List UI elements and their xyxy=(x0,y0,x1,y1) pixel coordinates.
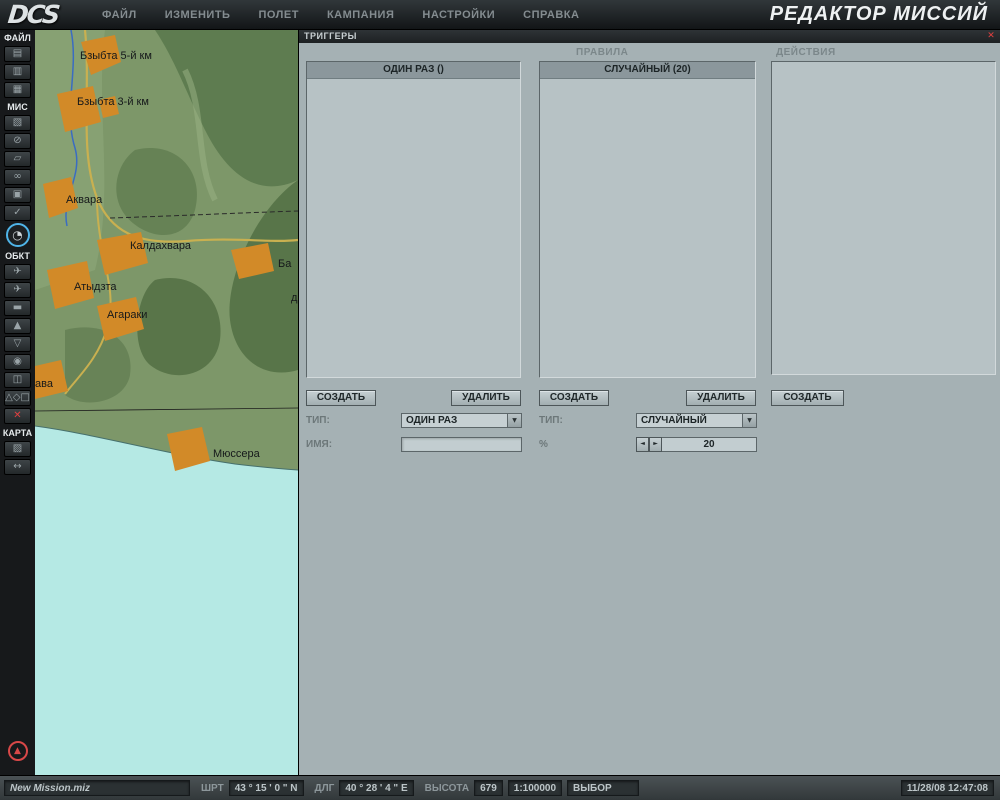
rule-percent-spinner[interactable]: ◄ ► 20 xyxy=(636,437,757,452)
map-viewport[interactable]: Бзыбта 5-й км Бзыбта 3-й км Аквара Калда… xyxy=(35,30,298,775)
longitude-label: ДЛГ xyxy=(314,782,335,794)
editor-mode: ВЫБОР xyxy=(567,780,640,796)
ship-icon[interactable]: ▽ xyxy=(4,336,31,352)
chevron-down-icon[interactable]: ▼ xyxy=(742,414,756,427)
rule-percent-label: % xyxy=(539,439,548,450)
failures-icon[interactable]: ⊘ xyxy=(4,133,31,149)
map-label: Агараки xyxy=(107,309,148,321)
menu-help[interactable]: СПРАВКА xyxy=(523,9,579,21)
altitude-label: ВЫСОТА xyxy=(424,782,470,794)
menu-file[interactable]: ФАЙЛ xyxy=(102,9,137,21)
exit-icon[interactable]: ▲ xyxy=(7,741,28,761)
map-label: Ба xyxy=(278,258,292,270)
close-icon[interactable]: ✕ xyxy=(985,30,997,43)
rule-type-dropdown[interactable]: СЛУЧАЙНЫЙ ▼ xyxy=(636,413,757,428)
payload-icon[interactable]: ▱ xyxy=(4,151,31,167)
terrain-map xyxy=(35,30,298,775)
sidebar-section-objects: ОБКТ xyxy=(5,251,30,261)
static-object-icon[interactable]: ▲ xyxy=(4,318,31,334)
toolbar-sidebar: ФАЙЛ ▤ ▥ ▦ МИС ▧ ⊘ ▱ ∞ ▣ ✓ ◔ ОБКТ ✈ ✈ ▬ … xyxy=(0,30,35,775)
ruler-icon[interactable]: ↔ xyxy=(4,459,31,475)
top-bar: DCS ФАЙЛ ИЗМЕНИТЬ ПОЛЕТ КАМПАНИЯ НАСТРОЙ… xyxy=(0,0,1000,30)
triggers-list[interactable]: ОДИН РАЗ () xyxy=(306,61,521,378)
menu-flight[interactable]: ПОЛЕТ xyxy=(258,9,298,21)
menu-campaign[interactable]: КАМПАНИЯ xyxy=(327,9,394,21)
rule-type-label: ТИП: xyxy=(539,415,563,426)
helicopter-icon[interactable]: ✈ xyxy=(4,282,31,298)
rule-type-value: СЛУЧАЙНЫЙ xyxy=(641,415,707,426)
delete-trigger-button[interactable]: УДАЛИТЬ xyxy=(451,390,521,406)
open-mission-icon[interactable]: ▥ xyxy=(4,64,31,80)
latitude-label: ШРТ xyxy=(201,782,224,794)
rules-list[interactable]: СЛУЧАЙНЫЙ (20) xyxy=(539,61,756,378)
menu-options[interactable]: НАСТРОЙКИ xyxy=(422,9,495,21)
submarine-icon[interactable]: ◉ xyxy=(4,354,31,370)
new-mission-icon[interactable]: ▤ xyxy=(4,46,31,62)
trigger-name-input[interactable] xyxy=(401,437,522,452)
spin-increment-button[interactable]: ► xyxy=(649,437,662,452)
map-scale: 1:100000 xyxy=(507,780,563,796)
trigger-type-label: ТИП: xyxy=(306,415,330,426)
map-label: Аквара xyxy=(66,194,103,206)
airplane-icon[interactable]: ✈ xyxy=(4,264,31,280)
rule-percent-value: 20 xyxy=(662,437,757,452)
map-label: д xyxy=(291,292,298,304)
map-label: Мюссера xyxy=(213,448,260,460)
sidebar-section-file: ФАЙЛ xyxy=(4,33,31,43)
sidebar-section-mission: МИС xyxy=(7,102,28,112)
group-icon[interactable]: ◫ xyxy=(4,372,31,388)
map-label: Атыдзта xyxy=(74,281,117,293)
create-rule-button[interactable]: СОЗДАТЬ xyxy=(539,390,609,406)
waypoints-icon[interactable]: ▣ xyxy=(4,187,31,203)
save-mission-icon[interactable]: ▦ xyxy=(4,82,31,98)
mission-filename: New Mission.miz xyxy=(4,780,190,796)
rule-list-item[interactable]: СЛУЧАЙНЫЙ (20) xyxy=(540,62,755,79)
map-label: ава xyxy=(35,378,53,390)
altitude-value: 679 xyxy=(474,780,503,796)
latitude-value: 43 ° 15 ' 0 " N xyxy=(228,780,304,796)
menu-edit[interactable]: ИЗМЕНИТЬ xyxy=(165,9,231,21)
status-bar: New Mission.miz ШРТ 43 ° 15 ' 0 " N ДЛГ … xyxy=(0,775,1000,800)
spin-decrement-button[interactable]: ◄ xyxy=(636,437,649,452)
rules-section-label: ПРАВИЛА xyxy=(576,47,629,58)
create-trigger-button[interactable]: СОЗДАТЬ xyxy=(306,390,376,406)
map-label: Калдахвара xyxy=(130,240,192,252)
triggers-panel: ТРИГГЕРЫ ✕ ПРАВИЛА ДЕЙСТВИЯ ОДИН РАЗ () … xyxy=(298,30,1000,775)
briefing-icon[interactable]: ▧ xyxy=(4,115,31,131)
app-title: РЕДАКТОР МИССИЙ xyxy=(769,3,988,25)
actions-section-label: ДЕЙСТВИЯ xyxy=(776,47,836,58)
triggers-icon[interactable]: ◔ xyxy=(5,223,30,247)
route-icon[interactable]: ∞ xyxy=(4,169,31,185)
map-label: Бзыбта 5-й км xyxy=(80,50,152,62)
delete-object-icon[interactable]: ✕ xyxy=(4,408,31,424)
templates-icon[interactable]: △◇□ xyxy=(4,390,31,406)
delete-rule-button[interactable]: УДАЛИТЬ xyxy=(686,390,756,406)
dcs-logo: DCS xyxy=(6,0,60,29)
longitude-value: 40 ° 28 ' 4 " E xyxy=(339,780,414,796)
trigger-name-label: ИМЯ: xyxy=(306,439,333,450)
actions-list[interactable] xyxy=(771,61,996,375)
chevron-down-icon[interactable]: ▼ xyxy=(507,414,521,427)
sidebar-section-map: КАРТА xyxy=(2,428,33,438)
trigger-type-dropdown[interactable]: ОДИН РАЗ ▼ xyxy=(401,413,522,428)
menu-bar: ФАЙЛ ИЗМЕНИТЬ ПОЛЕТ КАМПАНИЯ НАСТРОЙКИ С… xyxy=(102,9,579,21)
map-layers-icon[interactable]: ▨ xyxy=(4,441,31,457)
create-action-button[interactable]: СОЗДАТЬ xyxy=(771,390,844,406)
goals-icon[interactable]: ✓ xyxy=(4,205,31,221)
trigger-type-value: ОДИН РАЗ xyxy=(406,415,458,426)
ground-vehicle-icon[interactable]: ▬ xyxy=(4,300,31,316)
panel-title: ТРИГГЕРЫ xyxy=(299,30,1000,43)
mission-datetime: 11/28/08 12:47:08 xyxy=(900,780,994,796)
trigger-list-item[interactable]: ОДИН РАЗ () xyxy=(307,62,520,79)
map-label: Бзыбта 3-й км xyxy=(77,96,149,108)
